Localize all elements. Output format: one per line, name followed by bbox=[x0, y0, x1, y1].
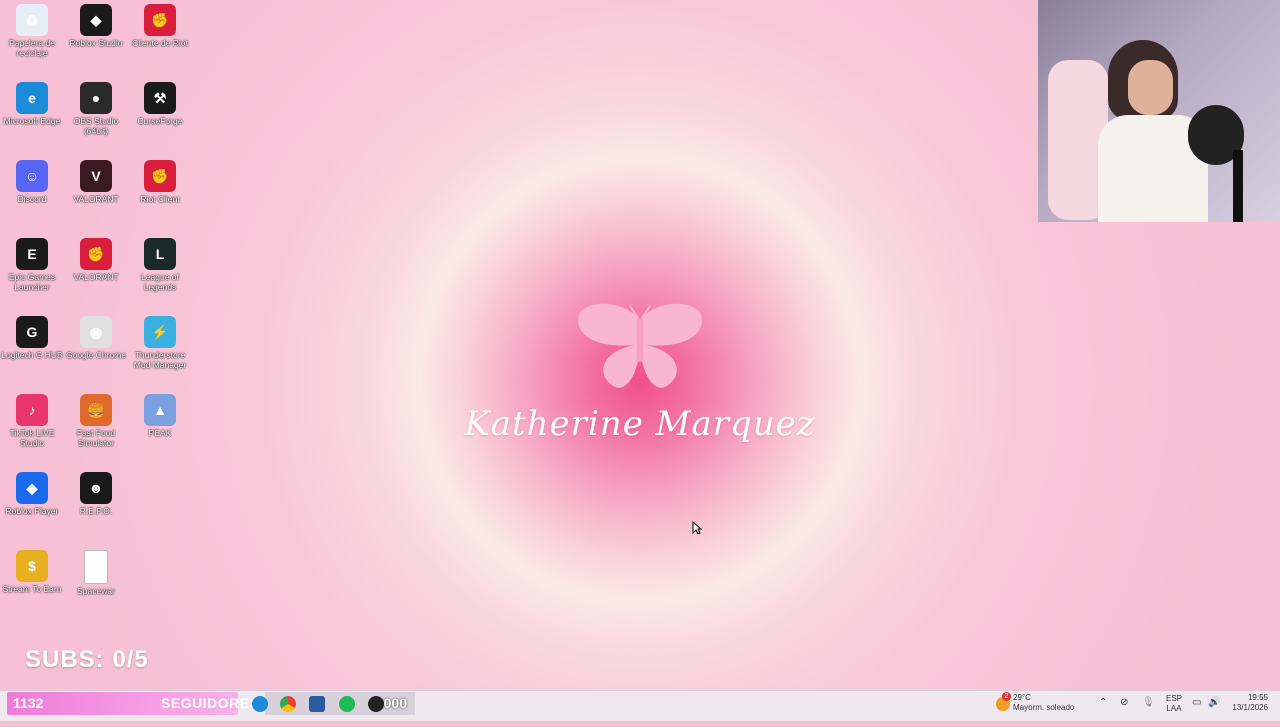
app-icon: ● bbox=[80, 82, 112, 114]
desktop-icon[interactable]: ◆ Roblox Studio bbox=[64, 0, 128, 74]
desktop-icon[interactable]: Spacewar bbox=[64, 546, 128, 620]
desktop-icon[interactable]: E Epic Games Launcher bbox=[0, 234, 64, 308]
app-icon: V bbox=[80, 160, 112, 192]
wallpaper-brand: Katherine Marquez bbox=[0, 300, 1280, 444]
mouse-cursor-icon bbox=[692, 521, 702, 535]
app-icon: ♻ bbox=[16, 4, 48, 36]
app-icon: E bbox=[16, 238, 48, 270]
clock[interactable]: 19:55 13/1/2026 bbox=[1226, 693, 1268, 723]
desktop-icon[interactable]: ● OBS Studio (64bit) bbox=[64, 78, 128, 152]
desktop-icon[interactable]: ◆ Roblox Player bbox=[0, 468, 64, 542]
desktop-icon-label: R.E.P.O. bbox=[79, 506, 113, 516]
desktop-icon[interactable]: $ Stream To Earn bbox=[0, 546, 64, 620]
volume-icon[interactable]: 🔊 bbox=[1208, 697, 1220, 727]
desktop-icon-label: Riot Client bbox=[140, 194, 180, 204]
desktop-icon-label: Stream To Earn bbox=[2, 584, 62, 594]
clock-time: 19:55 bbox=[1247, 693, 1268, 702]
desktop-icon-label: Epic Games Launcher bbox=[8, 272, 56, 292]
weather-desc: Mayorm. soleado bbox=[1013, 703, 1075, 712]
microphone-icon[interactable]: 🎙 bbox=[1142, 697, 1155, 727]
desktop-icon-label: Cliente de Riot bbox=[132, 38, 188, 48]
app-icon: $ bbox=[16, 550, 48, 582]
subs-goal-text: SUBS: 0/5 bbox=[25, 646, 149, 673]
desktop-icon-label: Roblox Player bbox=[5, 506, 59, 516]
lang-top: ESP bbox=[1166, 694, 1183, 703]
obs-icon[interactable] bbox=[368, 696, 384, 712]
network-icon[interactable]: ⊘ bbox=[1120, 697, 1128, 727]
app-icon: ✊ bbox=[144, 4, 176, 36]
app-icon: ⚒ bbox=[144, 82, 176, 114]
butterfly-icon bbox=[577, 303, 703, 388]
desktop-icon[interactable]: L League of Legends bbox=[128, 234, 192, 308]
weather-temp: 29°C bbox=[1013, 693, 1031, 702]
display-icon[interactable]: ▭ bbox=[1192, 697, 1201, 727]
desktop-icon[interactable]: ✊ Riot Client bbox=[128, 156, 192, 230]
app-icon: ◆ bbox=[16, 472, 48, 504]
desktop-icon-label: Discord bbox=[17, 194, 47, 204]
desktop-icon-label: Spacewar bbox=[77, 586, 115, 596]
webcam-mic-stand bbox=[1233, 150, 1243, 222]
desktop-icon[interactable]: e Microsoft Edge bbox=[0, 78, 64, 152]
file-explorer-icon[interactable] bbox=[309, 696, 325, 712]
desktop-icon[interactable]: ✊ VALORANT bbox=[64, 234, 128, 308]
desktop-icon[interactable]: ✊ Cliente de Riot bbox=[128, 0, 192, 74]
followers-progress-bar: 1132 SEGUIDORES bbox=[7, 692, 259, 715]
weather-widget[interactable]: 29°C Mayorm. soleado bbox=[1013, 693, 1074, 723]
app-icon: e bbox=[16, 82, 48, 114]
app-icon: ✊ bbox=[80, 238, 112, 270]
desktop-icon-label: VALORANT bbox=[73, 194, 119, 204]
desktop-icon-label: Papelera de reciclaje bbox=[9, 38, 55, 58]
spotify-icon[interactable] bbox=[339, 696, 355, 712]
edge-icon[interactable] bbox=[252, 696, 268, 712]
desktop-icon[interactable]: ⚒ CurseForge bbox=[128, 78, 192, 152]
desktop-icon[interactable]: ♻ Papelera de reciclaje bbox=[0, 0, 64, 74]
desktop-icon-label: OBS Studio (64bit) bbox=[73, 116, 119, 136]
desktop-icon-label: CurseForge bbox=[137, 116, 183, 126]
desktop-icon[interactable]: ☺ Discord bbox=[0, 156, 64, 230]
webcam-overlay bbox=[1038, 0, 1280, 222]
app-icon bbox=[84, 550, 108, 584]
desktop-icon-label: Microsoft Edge bbox=[3, 116, 61, 126]
followers-label: SEGUIDORES bbox=[161, 695, 260, 711]
desktop-icon[interactable]: ☻ R.E.P.O. bbox=[64, 468, 128, 542]
weather-badge: 2 bbox=[1002, 692, 1011, 701]
lang-bottom: LAA bbox=[1166, 704, 1182, 713]
app-icon: ✊ bbox=[144, 160, 176, 192]
app-icon: ◆ bbox=[80, 4, 112, 36]
desktop-icon-label: Roblox Studio bbox=[69, 38, 123, 48]
app-icon: ☺ bbox=[16, 160, 48, 192]
chrome-icon[interactable] bbox=[280, 696, 296, 712]
desktop-icon-label: League of Legends bbox=[141, 272, 179, 292]
tray-overflow-chevron-icon[interactable]: ⌃ bbox=[1099, 697, 1107, 727]
app-icon: ☻ bbox=[80, 472, 112, 504]
desktop-icon-label: VALORANT bbox=[73, 272, 119, 282]
desktop-icon[interactable]: V VALORANT bbox=[64, 156, 128, 230]
clock-date: 13/1/2026 bbox=[1232, 703, 1268, 712]
webcam-person-face bbox=[1128, 60, 1173, 115]
followers-count: 1132 bbox=[13, 695, 44, 711]
app-icon: L bbox=[144, 238, 176, 270]
wallpaper-name: Katherine Marquez bbox=[464, 404, 816, 444]
